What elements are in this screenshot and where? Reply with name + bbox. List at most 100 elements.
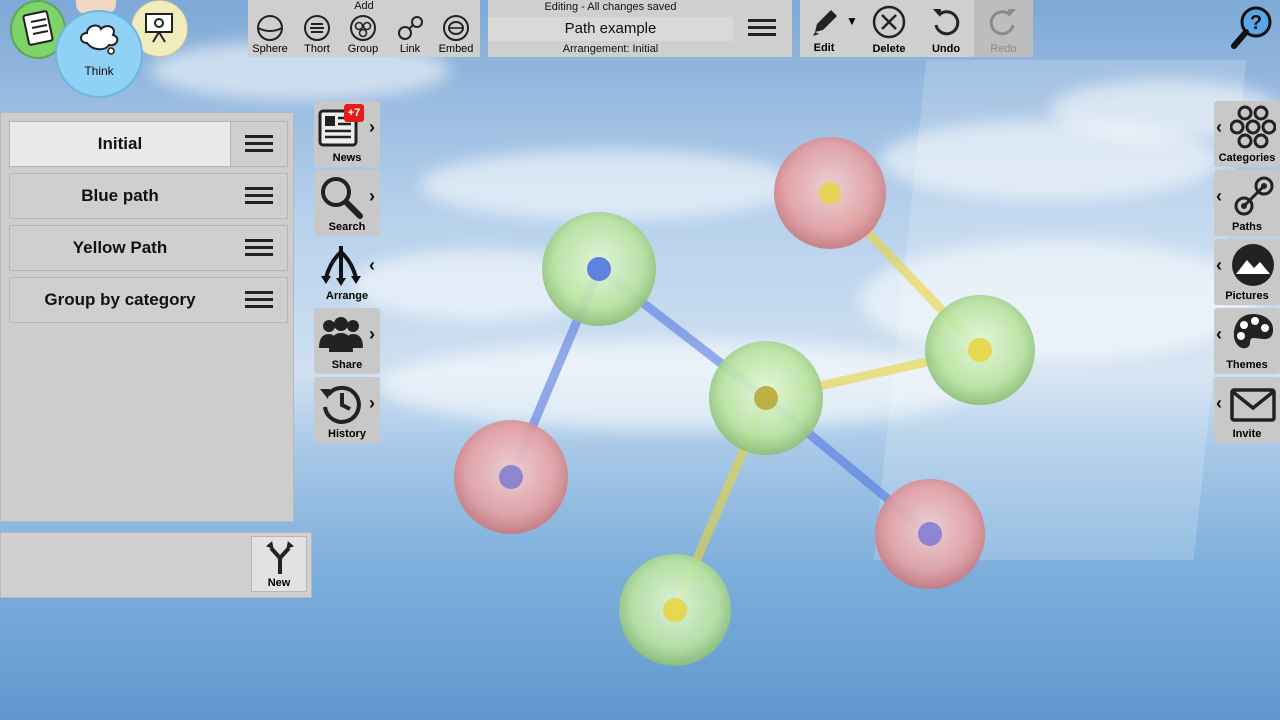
chevron-right-icon: › [369, 117, 375, 137]
think-mode-button[interactable]: Think [55, 10, 143, 98]
history-label: History [328, 428, 366, 440]
thort-icon [304, 15, 330, 41]
arrangement-name-label: Initial [97, 134, 143, 153]
think-label: Think [84, 64, 114, 78]
paths-icon [1234, 176, 1274, 216]
redo-button[interactable]: Redo [974, 0, 1033, 57]
pictures-tool[interactable]: ‹ Pictures [1214, 239, 1280, 305]
group-icon [350, 15, 376, 41]
hamburger-icon [245, 135, 273, 153]
arrangement-name-label: Yellow Path [72, 238, 168, 257]
add-sphere-label: Sphere [252, 43, 288, 55]
palette-icon [1233, 314, 1274, 349]
share-icon [319, 317, 363, 352]
sphere-node[interactable] [454, 420, 568, 534]
chevron-left-icon: ‹ [1216, 117, 1222, 137]
mode-selector: Think [0, 0, 200, 100]
invite-label: Invite [1232, 428, 1262, 440]
chevron-left-icon: ‹ [1216, 186, 1222, 206]
search-label: Search [328, 221, 366, 233]
sphere-node[interactable] [875, 479, 985, 589]
categories-label: Categories [1218, 152, 1276, 164]
thought-cloud-icon [80, 24, 119, 55]
add-embed-button[interactable]: Embed [434, 14, 478, 58]
edit-toolbar: ▼ Edit Delete Undo Redo [800, 0, 1033, 57]
chevron-left-icon: ‹ [1216, 393, 1222, 413]
categories-icon [1230, 105, 1276, 149]
sphere-node[interactable] [619, 554, 731, 666]
chevron-right-icon: › [369, 393, 375, 413]
delete-button[interactable]: Delete [860, 0, 918, 57]
arrangement-item[interactable]: Initial [9, 121, 288, 167]
arrangement-item[interactable]: Group by category [9, 277, 288, 323]
fork-icon [266, 541, 294, 574]
envelope-icon [1230, 388, 1276, 422]
arrangement-menu-button[interactable] [230, 122, 287, 166]
add-link-button[interactable]: Link [388, 14, 432, 58]
document-menu-button[interactable] [738, 6, 786, 50]
help-search-icon: ? [1231, 6, 1272, 49]
hamburger-icon [245, 187, 273, 205]
search-tool[interactable]: › Search [314, 170, 380, 236]
add-thort-button[interactable]: Thort [295, 14, 339, 58]
new-label: New [267, 577, 291, 589]
paths-tool[interactable]: ‹ Paths [1214, 170, 1280, 236]
news-badge: +7 [344, 104, 364, 122]
search-icon [321, 177, 363, 219]
share-label: Share [331, 359, 363, 371]
history-tool[interactable]: › History [314, 377, 380, 443]
arrangement-item[interactable]: Blue path [9, 173, 288, 219]
chevron-right-icon: › [369, 186, 375, 206]
pictures-icon [1232, 244, 1274, 286]
add-toolbar-title: Add [354, 0, 374, 12]
add-thort-label: Thort [304, 43, 330, 55]
arrangement-name-label: Blue path [81, 186, 159, 205]
add-embed-label: Embed [438, 43, 474, 55]
sphere-node[interactable] [542, 212, 656, 326]
categories-tool[interactable]: ‹ Categories [1214, 101, 1280, 167]
pencil-icon [813, 10, 837, 36]
document-status: Editing - All changes saved [544, 1, 677, 13]
checklist-icon [22, 10, 54, 46]
edit-dropdown-icon: ▼ [846, 14, 858, 28]
arrange-label: Arrange [325, 290, 369, 302]
paths-label: Paths [1232, 221, 1262, 233]
edit-button[interactable]: ▼ Edit [800, 0, 860, 57]
sphere-node[interactable] [925, 295, 1035, 405]
arrangement-item[interactable]: Yellow Path [9, 225, 288, 271]
document-title[interactable]: Path example [488, 17, 733, 41]
arrange-icon [321, 246, 361, 286]
share-tool[interactable]: › Share [314, 308, 380, 374]
arrangement-menu-button[interactable] [231, 278, 287, 322]
sphere-node[interactable] [709, 341, 823, 455]
embed-icon [443, 15, 469, 41]
chevron-left-icon: ‹ [1216, 324, 1222, 344]
undo-icon [933, 9, 960, 36]
add-sphere-button[interactable]: Sphere [248, 14, 292, 58]
link-icon [398, 16, 423, 40]
arrangement-name: Arrangement: Initial [562, 43, 659, 55]
news-tool[interactable]: +7 › News [314, 101, 380, 167]
arrange-tool[interactable]: ‹ Arrange [314, 239, 380, 305]
arrangements-panel: Initial Blue path Yellow Path Group by c… [0, 100, 312, 598]
undo-button[interactable]: Undo [918, 0, 974, 57]
add-group-button[interactable]: Group [341, 14, 385, 58]
themes-tool[interactable]: ‹ Themes [1214, 308, 1280, 374]
hamburger-icon [245, 291, 273, 309]
redo-label: Redo [990, 43, 1017, 55]
redo-icon [989, 9, 1016, 36]
sphere-icon [257, 15, 283, 41]
arrangement-menu-button[interactable] [231, 174, 287, 218]
presentation-icon [145, 13, 173, 43]
help-button[interactable]: ? [1230, 4, 1276, 50]
chevron-left-icon: ‹ [369, 255, 375, 275]
svg-text:?: ? [1250, 12, 1262, 34]
news-label: News [332, 152, 362, 164]
add-link-label: Link [399, 43, 421, 55]
hamburger-icon [748, 19, 776, 37]
sphere-node[interactable] [774, 137, 886, 249]
new-arrangement-button[interactable]: New [251, 536, 307, 592]
arrangement-menu-button[interactable] [231, 226, 287, 270]
chevron-right-icon: › [369, 324, 375, 344]
invite-tool[interactable]: ‹ Invite [1214, 377, 1280, 443]
